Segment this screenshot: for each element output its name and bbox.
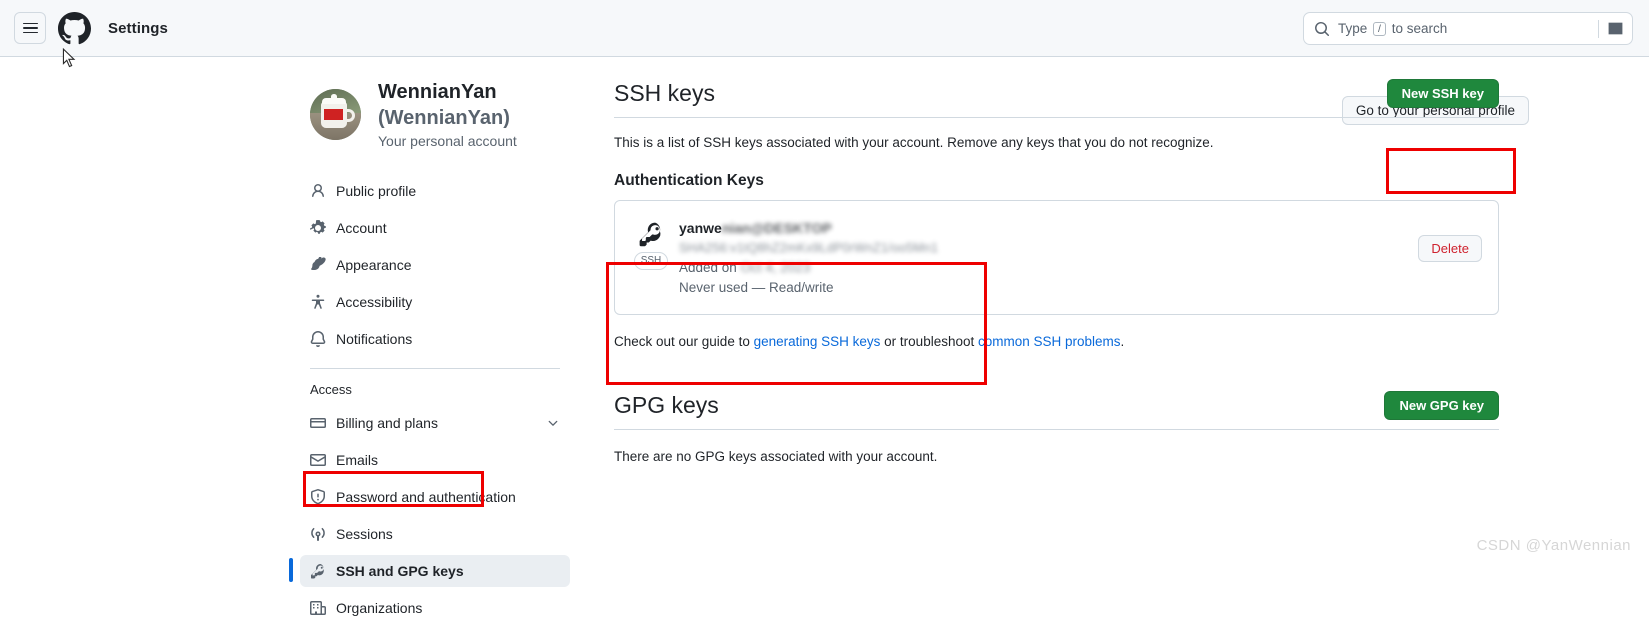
credit-card-icon	[310, 415, 326, 431]
sidebar-item-label: Appearance	[336, 257, 412, 273]
account-header: WennianYan (WennianYan) Your personal ac…	[300, 79, 570, 149]
accessibility-icon	[310, 294, 326, 310]
generating-ssh-keys-link[interactable]: generating SSH keys	[754, 334, 881, 349]
settings-sidebar: WennianYan (WennianYan) Your personal ac…	[289, 79, 570, 629]
mail-icon	[310, 452, 326, 468]
authentication-keys-subheading: Authentication Keys	[614, 172, 764, 189]
bell-icon	[310, 331, 326, 347]
settings-page: WennianYan (WennianYan) Your personal ac…	[0, 57, 1649, 629]
watermark: CSDN @YanWennian	[1476, 537, 1631, 554]
new-gpg-key-button[interactable]: New GPG key	[1384, 391, 1499, 420]
account-login: (WennianYan)	[378, 107, 510, 129]
ssh-key-type-badge: SSH	[633, 252, 669, 270]
sidebar-nav-main: Public profile Account Appearance Access…	[300, 175, 570, 355]
ssh-key-added-prefix: Added on	[679, 260, 737, 275]
broadcast-icon	[310, 526, 326, 542]
sidebar-item-public-profile[interactable]: Public profile	[300, 175, 570, 207]
key-icon	[310, 563, 326, 579]
account-name: WennianYan (WennianYan)	[378, 79, 570, 131]
ssh-key-title: yanwenian@DESKTOP	[679, 219, 1418, 238]
sidebar-section-access-label: Access	[310, 382, 352, 397]
search-placeholder: Type / to search	[1338, 21, 1598, 36]
sidebar-item-account[interactable]: Account	[300, 212, 570, 244]
ssh-key-name-redacted: nian@DESKTOP	[721, 220, 832, 236]
sidebar-item-organizations[interactable]: Organizations	[300, 592, 570, 624]
mouse-cursor-icon	[62, 48, 76, 68]
sidebar-item-label: Password and authentication	[336, 489, 516, 505]
shield-icon	[310, 489, 326, 505]
sidebar-item-accessibility[interactable]: Accessibility	[300, 286, 570, 318]
sidebar-item-label: SSH and GPG keys	[336, 563, 464, 579]
ssh-key-fingerprint: SHA256:v1tQ8hZ2mKx9LdP0rWnZ1/oo5Mn1	[679, 241, 939, 255]
ssh-key-icon-column: SSH	[631, 217, 671, 270]
sidebar-item-label: Billing and plans	[336, 415, 438, 431]
gpg-keys-section: GPG keys New GPG key There are no GPG ke…	[614, 391, 1499, 464]
gpg-keys-section-header: GPG keys New GPG key	[614, 391, 1499, 430]
sidebar-item-appearance[interactable]: Appearance	[300, 249, 570, 281]
search-icon	[1315, 21, 1330, 36]
slash-key-hint: /	[1373, 22, 1386, 36]
search-placeholder-after: to search	[1391, 21, 1448, 36]
person-icon	[310, 183, 326, 199]
key-icon	[639, 222, 661, 247]
ssh-key-usage: Never used — Read/write	[679, 280, 834, 295]
ssh-guide-prefix: Check out our guide to	[614, 334, 754, 349]
ssh-key-details: yanwenian@DESKTOP SHA256:v1tQ8hZ2mKx9LdP…	[671, 217, 1418, 298]
ssh-key-added-date: Added on Oct 4, 2023	[679, 258, 1418, 278]
sidebar-item-emails[interactable]: Emails	[300, 444, 570, 476]
sidebar-item-label: Accessibility	[336, 294, 413, 310]
hamburger-icon[interactable]	[14, 12, 46, 44]
gear-icon	[310, 220, 326, 236]
new-ssh-key-button[interactable]: New SSH key	[1386, 79, 1499, 108]
sidebar-item-label: Public profile	[336, 183, 417, 199]
sidebar-item-ssh-and-gpg-keys[interactable]: SSH and GPG keys	[289, 555, 570, 587]
sidebar-item-billing-and-plans[interactable]: Billing and plans	[300, 407, 570, 439]
sidebar-item-notifications[interactable]: Notifications	[300, 323, 570, 355]
ssh-guide-middle: or troubleshoot	[880, 334, 978, 349]
search-input[interactable]: Type / to search	[1303, 12, 1633, 45]
sidebar-item-label: Emails	[336, 452, 379, 468]
terminal-icon[interactable]	[1607, 20, 1624, 37]
gpg-keys-title: GPG keys	[614, 391, 719, 418]
organization-icon	[310, 600, 326, 616]
ssh-keys-description: This is a list of SSH keys associated wi…	[614, 135, 1214, 150]
search-divider	[1598, 19, 1599, 38]
ssh-keys-section-header: SSH keys New SSH key	[614, 79, 1499, 118]
sidebar-divider	[310, 368, 560, 369]
ssh-key-added-value: Oct 4, 2023	[740, 260, 811, 275]
github-mark-icon[interactable]	[58, 11, 91, 45]
account-text: WennianYan (WennianYan) Your personal ac…	[378, 79, 570, 149]
page-title: Settings	[108, 19, 168, 37]
sidebar-item-label: Notifications	[336, 331, 413, 347]
sidebar-item-label: Organizations	[336, 600, 423, 616]
ssh-guide-line: Check out our guide to generating SSH ke…	[614, 334, 1499, 349]
sidebar-item-password-and-authentication[interactable]: Password and authentication	[300, 481, 570, 513]
ssh-key-entry: SSH yanwenian@DESKTOP SHA256:v1tQ8hZ2mKx…	[614, 200, 1499, 315]
sidebar-item-label: Account	[336, 220, 387, 236]
delete-ssh-key-button[interactable]: Delete	[1418, 235, 1482, 262]
sidebar-nav-access: Billing and plans Emails Password and au…	[289, 407, 570, 624]
ssh-key-name-visible: yanwe	[679, 220, 722, 236]
avatar[interactable]	[310, 88, 361, 140]
sidebar-item-sessions[interactable]: Sessions	[300, 518, 570, 550]
settings-content: Go to your personal profile SSH keys New…	[614, 79, 1529, 629]
app-header: Settings Type / to search	[0, 0, 1649, 68]
sidebar-item-label: Sessions	[336, 526, 393, 542]
ssh-keys-title: SSH keys	[614, 79, 715, 106]
gpg-keys-empty-text: There are no GPG keys associated with yo…	[614, 449, 938, 464]
account-display-name: WennianYan	[378, 81, 497, 103]
chevron-down-icon[interactable]	[546, 416, 560, 430]
paintbrush-icon	[310, 257, 326, 273]
common-ssh-problems-link[interactable]: common SSH problems	[978, 334, 1121, 349]
ssh-guide-suffix: .	[1120, 334, 1125, 349]
search-placeholder-before: Type	[1338, 21, 1368, 36]
account-subtitle: Your personal account	[378, 133, 517, 149]
